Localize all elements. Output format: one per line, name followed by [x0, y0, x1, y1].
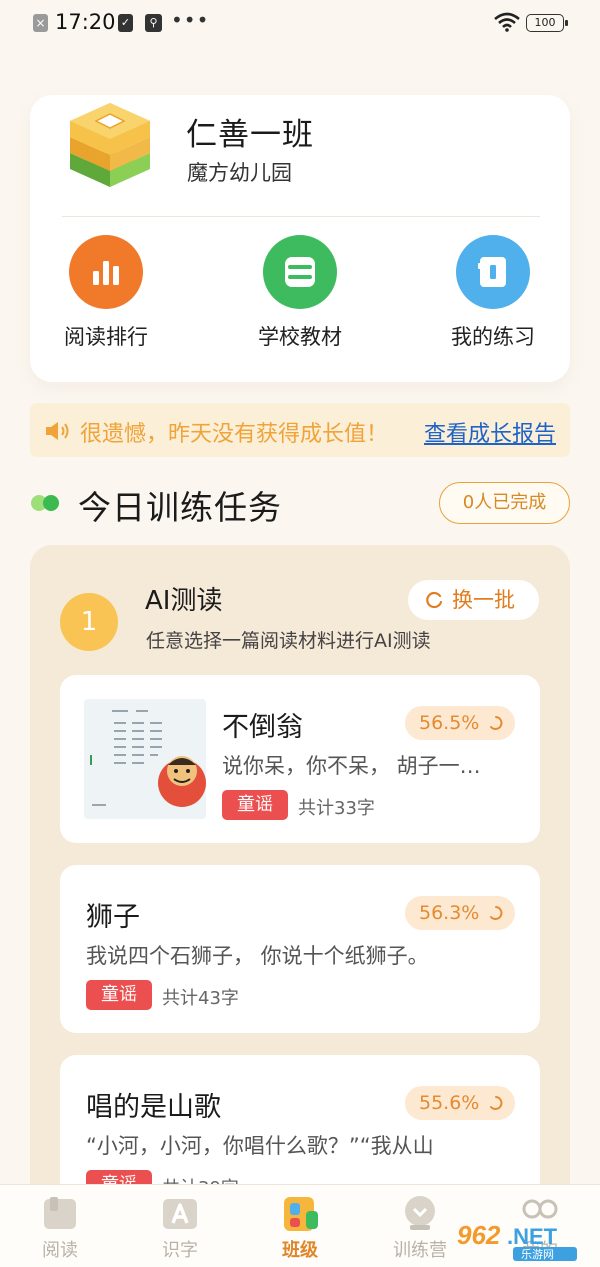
genre-tag: 童谣 [86, 980, 152, 1010]
score-value: 56.3% [419, 902, 480, 924]
score-badge: 56.3% [405, 896, 515, 930]
task-description: 任意选择一篇阅读材料进行AI测读 [146, 630, 431, 652]
quick-action-label: 阅读排行 [64, 325, 148, 349]
camp-icon [400, 1193, 440, 1233]
nav-label: 识字 [162, 1240, 198, 1261]
wifi-icon [494, 12, 520, 32]
textbook-icon [263, 235, 337, 309]
reading-excerpt: 我说四个石狮子， 你说十个纸狮子。 [86, 944, 429, 968]
nav-item-training-camp[interactable]: 训练营 [375, 1185, 465, 1262]
section-dots-icon [31, 495, 59, 511]
notification-x-icon: × [33, 14, 48, 32]
quick-action-textbook[interactable]: 学校教材 [230, 235, 370, 351]
spinner-icon [490, 906, 503, 920]
svg-text:962: 962 [457, 1220, 501, 1250]
nav-label: 班级 [282, 1240, 318, 1261]
section-title: 今日训练任务 [78, 488, 282, 527]
shuffle-label: 换一批 [452, 588, 515, 612]
reading-title: 不倒翁 [222, 712, 303, 743]
score-value: 55.6% [419, 1092, 480, 1114]
bar-chart-icon [69, 235, 143, 309]
school-name: 魔方幼儿园 [187, 161, 292, 185]
letter-a-icon [160, 1193, 200, 1233]
spinner-icon [490, 1096, 503, 1110]
status-bar: × 17:20 ✓ ⚲ ••• 100 [0, 0, 600, 50]
spinner-icon [490, 716, 503, 730]
reading-title: 唱的是山歌 [86, 1092, 221, 1123]
reading-card[interactable]: 狮子 我说四个石狮子， 你说十个纸狮子。 童谣 共计43字 56.3% [60, 865, 540, 1033]
svg-text:乐游网: 乐游网 [521, 1248, 554, 1261]
score-value: 56.5% [419, 712, 480, 734]
growth-notice: 很遗憾，昨天没有获得成长值！ 查看成长报告 [30, 403, 570, 457]
reading-excerpt: “小河，小河，你唱什么歌？”“我从山 [86, 1134, 434, 1158]
task-number-badge: 1 [60, 593, 118, 651]
reading-title: 狮子 [86, 902, 140, 933]
quick-action-reading-rank[interactable]: 阅读排行 [36, 235, 176, 351]
task-title: AI测读 [145, 586, 223, 616]
nav-label: 训练营 [393, 1240, 447, 1261]
score-badge: 55.6% [405, 1086, 515, 1120]
word-count: 共计33字 [298, 798, 375, 819]
quick-action-label: 学校教材 [258, 325, 342, 349]
practice-book-icon [456, 235, 530, 309]
nav-item-literacy[interactable]: 识字 [135, 1185, 225, 1262]
nav-label: 阅读 [42, 1240, 78, 1261]
usb-icon: ⚲ [145, 14, 162, 32]
class-name: 仁善一班 [186, 117, 314, 153]
notice-message: 很遗憾，昨天没有获得成长值！ [80, 422, 389, 447]
reading-card[interactable]: 不倒翁 说你呆，你不呆， 胡子一… 童谣 共计33字 56.5% [60, 675, 540, 843]
genre-tag: 童谣 [222, 790, 288, 820]
svg-text:.NET: .NET [507, 1224, 558, 1249]
check-icon: ✓ [118, 14, 133, 32]
growth-report-link[interactable]: 查看成长报告 [424, 416, 556, 448]
divider [62, 216, 540, 217]
nav-item-reading[interactable]: 阅读 [15, 1185, 105, 1262]
score-badge: 56.5% [405, 706, 515, 740]
completed-count-badge[interactable]: 0人已完成 [439, 482, 570, 524]
quick-action-my-practice[interactable]: 我的练习 [423, 235, 563, 351]
class-icon [280, 1193, 320, 1233]
quick-action-label: 我的练习 [451, 325, 535, 349]
nav-item-class[interactable]: 班级 [255, 1185, 345, 1262]
word-count: 共计43字 [162, 988, 239, 1009]
book-cover-image [84, 699, 206, 819]
book-icon [40, 1193, 80, 1233]
reading-excerpt: 说你呆，你不呆， 胡子一… [222, 754, 481, 778]
status-time: 17:20 [55, 10, 116, 34]
more-dots-icon: ••• [171, 8, 210, 32]
watermark-logo: 962 .NET 乐游网 [457, 1220, 577, 1261]
class-logo-icon [70, 103, 150, 187]
refresh-icon [426, 591, 443, 609]
speaker-icon [46, 422, 69, 440]
class-card: 仁善一班 魔方幼儿园 阅读排行 学校教材 我的练习 [30, 95, 570, 382]
battery-icon: 100 [526, 14, 568, 32]
task-panel: 1 AI测读 任意选择一篇阅读材料进行AI测读 换一批 不倒翁 说你呆，你不呆，… [30, 545, 570, 1267]
shuffle-button[interactable]: 换一批 [408, 580, 539, 620]
